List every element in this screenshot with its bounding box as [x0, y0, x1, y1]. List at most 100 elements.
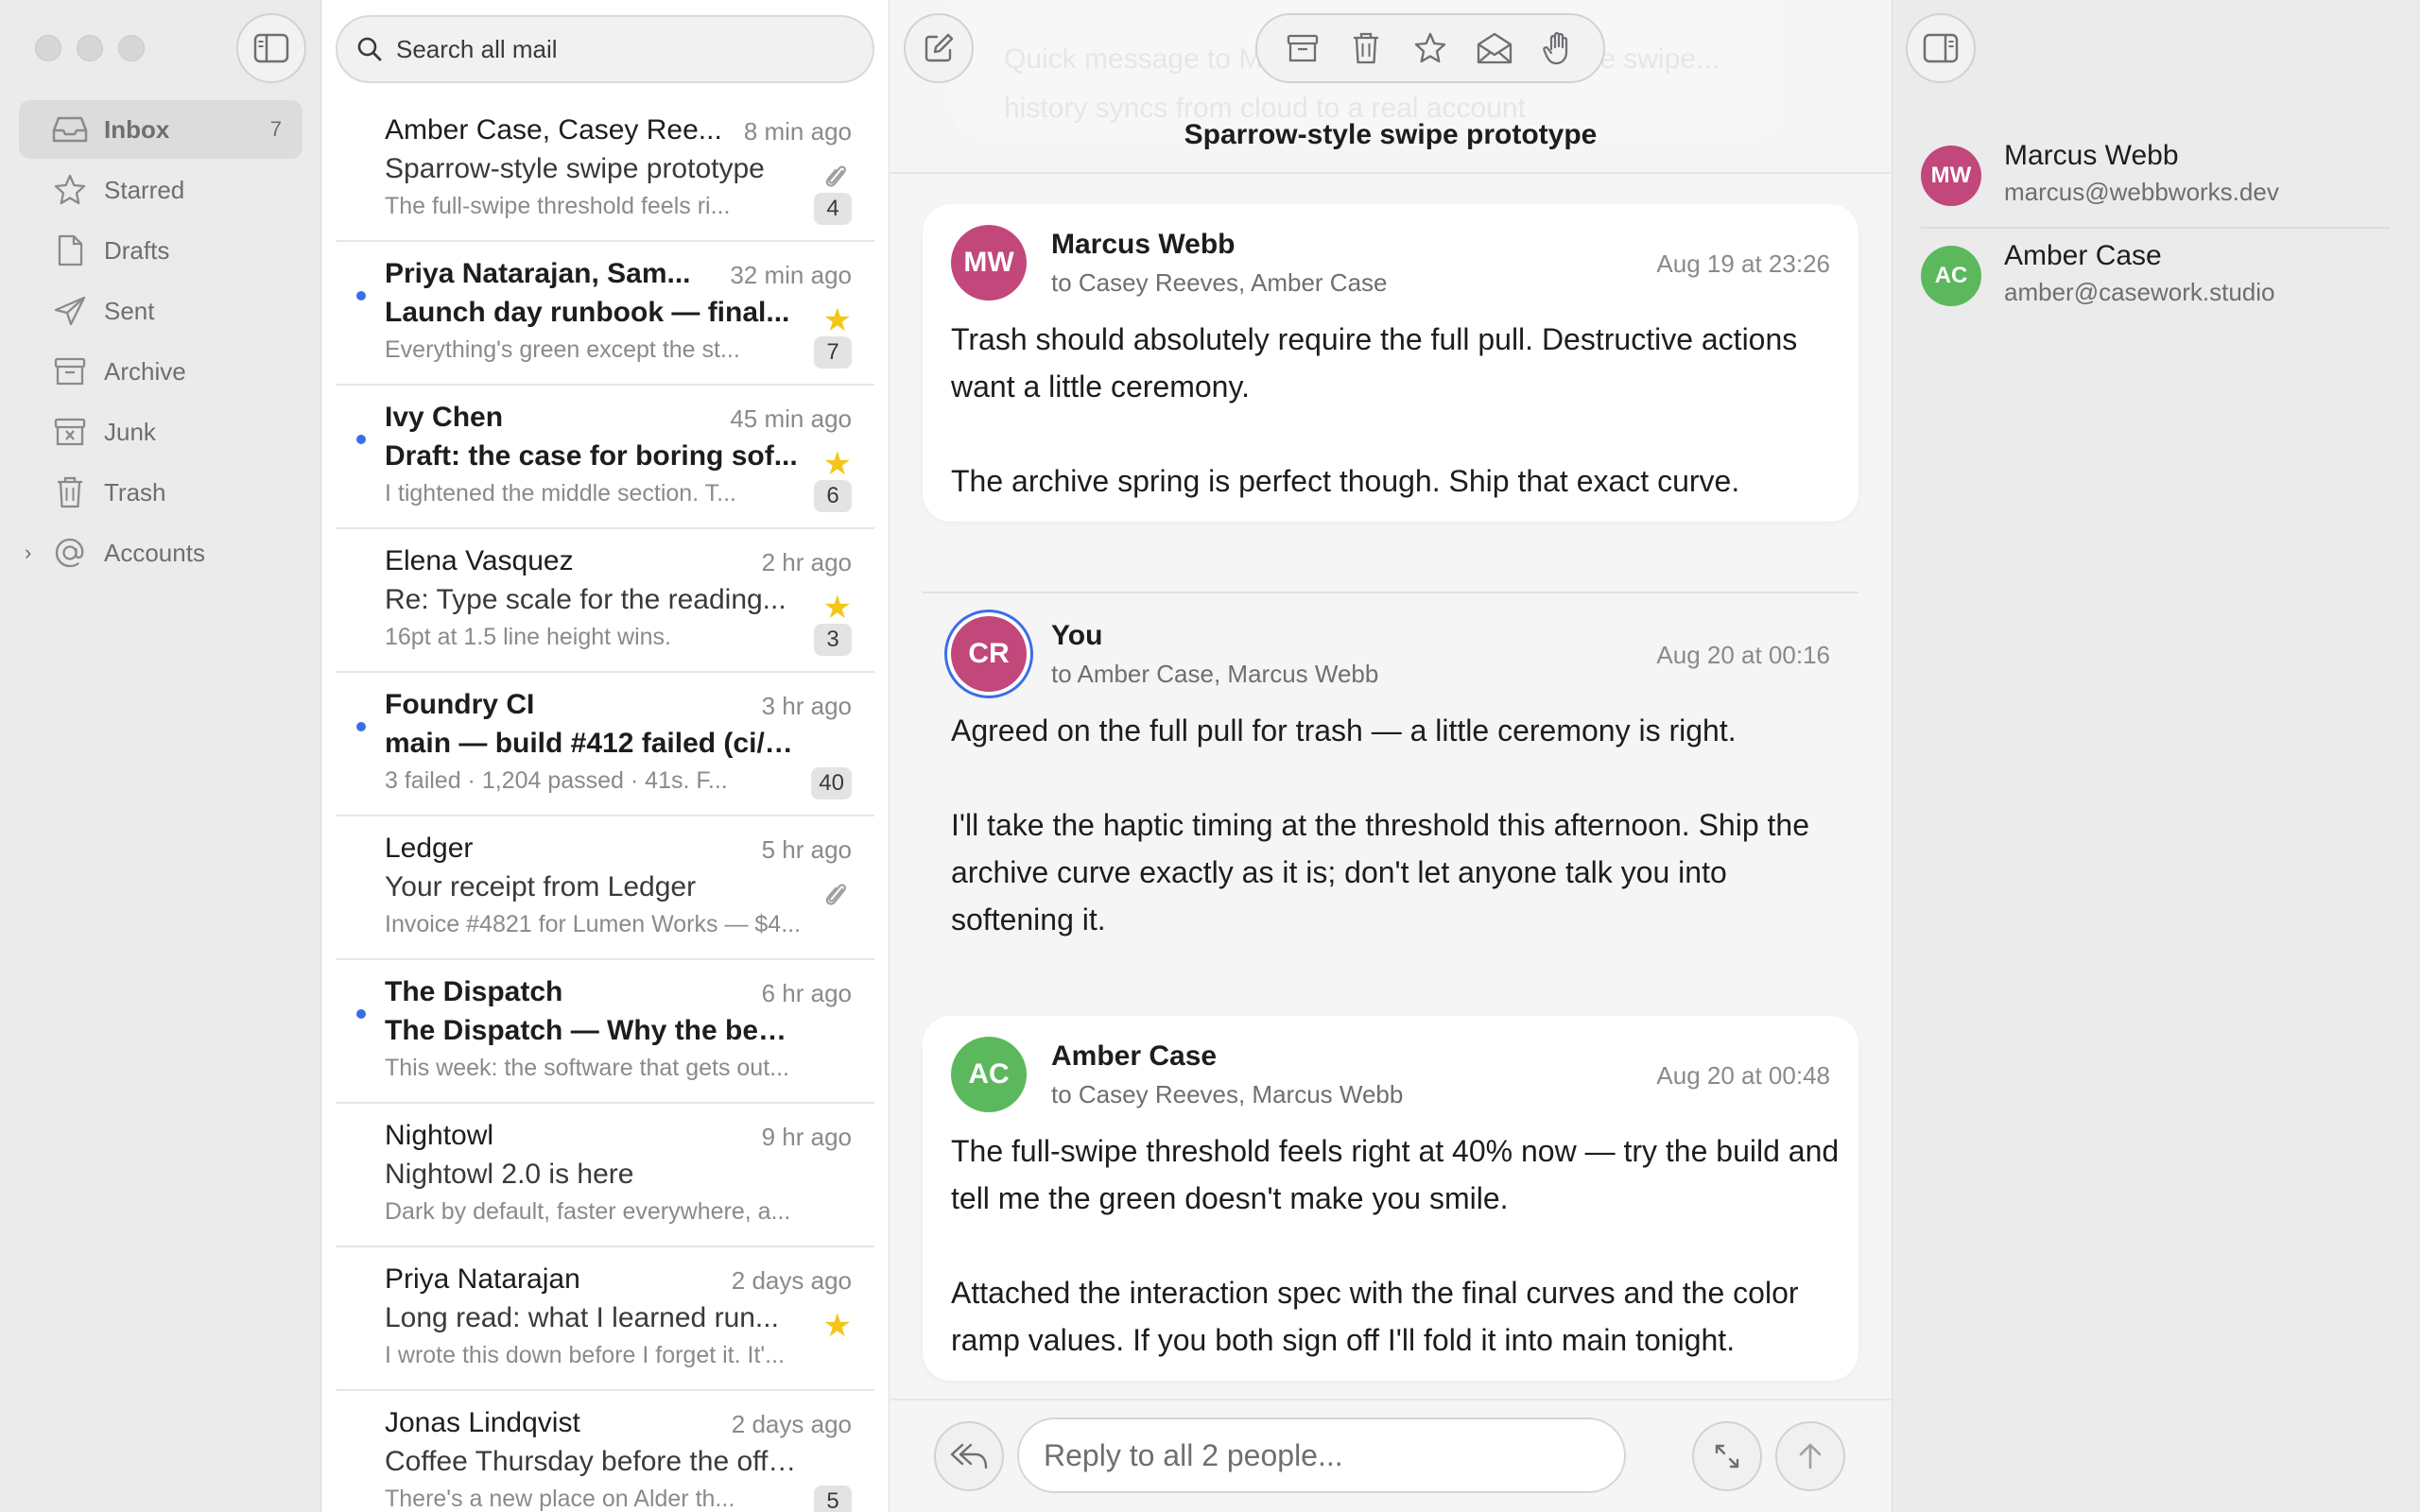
message-sender: Elena Vasquez: [385, 545, 574, 576]
message-recipients: to Casey Reeves, Marcus Webb: [1051, 1080, 1404, 1108]
message-row[interactable]: Nightowl 9 hr ago Nightowl 2.0 is here D…: [336, 1104, 874, 1247]
archive-button[interactable]: [1280, 26, 1325, 71]
thread-title: Sparrow-style swipe prototype: [1184, 119, 1598, 150]
message-divider: [923, 592, 1858, 593]
toggle-inspector-button[interactable]: [1906, 13, 1976, 83]
message-subject: main — build #412 failed (ci/test): [385, 728, 801, 759]
star-filled-icon[interactable]: ★: [823, 304, 852, 336]
message-preview: I tightened the middle section. T...: [385, 480, 736, 507]
message-time: 8 min ago: [743, 117, 852, 146]
sidebar-item-junk[interactable]: Junk: [19, 403, 302, 461]
message-row[interactable]: Ivy Chen 45 min ago Draft: the case for …: [336, 386, 874, 529]
message-sender-name[interactable]: Marcus Webb: [1051, 229, 1236, 261]
message-sender-name[interactable]: Amber Case: [1051, 1040, 1217, 1073]
header-divider: [890, 172, 1891, 174]
thread-count-badge: 40: [811, 767, 852, 799]
message-paragraph: Trash should absolutely require the full…: [951, 322, 1798, 404]
reply-field[interactable]: [1017, 1418, 1626, 1493]
search-input[interactable]: [396, 34, 850, 64]
archive-box-icon: [51, 352, 89, 390]
sidebar-item-drafts[interactable]: Drafts: [19, 221, 302, 280]
message-paragraph: Agreed on the full pull for trash — a li…: [951, 713, 1737, 747]
paperclip-icon: [821, 877, 850, 911]
message-row[interactable]: Jonas Lindqvist 2 days ago Coffee Thursd…: [336, 1391, 874, 1512]
expand-reply-button[interactable]: [1692, 1421, 1762, 1491]
participant-email[interactable]: amber@casework.studio: [2004, 278, 2275, 307]
send-button[interactable]: [1775, 1421, 1845, 1491]
reply-all-button[interactable]: [934, 1421, 1004, 1491]
participant-item[interactable]: AC Amber Case amber@casework.studio: [1921, 234, 2390, 335]
reply-all-icon: [950, 1443, 988, 1469]
message-row[interactable]: Foundry CI 3 hr ago main — build #412 fa…: [336, 673, 874, 816]
message-row[interactable]: Priya Natarajan 2 days ago Long read: wh…: [336, 1247, 874, 1391]
close-window-button[interactable]: [35, 35, 61, 61]
avatar[interactable]: MW: [951, 225, 1027, 301]
thread-count-badge: 6: [814, 480, 852, 512]
star-filled-icon[interactable]: ★: [823, 1310, 852, 1342]
participant-name: Amber Case: [2004, 240, 2162, 271]
sidebar-item-inbox[interactable]: Inbox 7: [19, 100, 302, 159]
archive-box-icon: [1287, 34, 1318, 62]
message-row[interactable]: The Dispatch 6 hr ago The Dispatch — Why…: [336, 960, 874, 1104]
message-time: 6 hr ago: [761, 979, 852, 1007]
trash-button[interactable]: [1343, 26, 1389, 71]
thread-count-badge: 5: [814, 1486, 852, 1512]
participant-email[interactable]: marcus@webbworks.dev: [2004, 178, 2279, 207]
message-preview: I wrote this down before I forget it. It…: [385, 1342, 786, 1368]
thread-count-badge: 4: [814, 193, 852, 225]
message-subject: The Dispatch — Why the best t...: [385, 1015, 801, 1046]
sidebar-item-label: Trash: [104, 477, 166, 507]
message-sender: Nightowl: [385, 1120, 494, 1151]
zoom-window-button[interactable]: [118, 35, 145, 61]
toggle-sidebar-button[interactable]: [236, 13, 306, 83]
search-bar[interactable]: [336, 15, 874, 83]
message-preview: 16pt at 1.5 line height wins.: [385, 624, 671, 650]
message-row[interactable]: Elena Vasquez 2 hr ago Re: Type scale fo…: [336, 529, 874, 673]
compose-button[interactable]: [904, 13, 974, 83]
sidebar-left-icon: [253, 33, 289, 63]
participant-item[interactable]: MW Marcus Webb marcus@webbworks.dev: [1921, 134, 2390, 234]
block-sender-button[interactable]: [1535, 26, 1581, 71]
paper-plane-icon: [51, 292, 89, 330]
reply-input[interactable]: [1044, 1437, 1601, 1473]
avatar[interactable]: CR: [951, 616, 1027, 692]
sidebar-item-archive[interactable]: Archive: [19, 342, 302, 401]
trash-icon: [1354, 32, 1379, 64]
message-row[interactable]: Ledger 5 hr ago Your receipt from Ledger…: [336, 816, 874, 960]
star-filled-icon[interactable]: ★: [823, 592, 852, 624]
avatar[interactable]: AC: [951, 1037, 1027, 1112]
avatar: AC: [1921, 246, 1981, 306]
message-row[interactable]: Amber Case, Casey Ree... 8 min ago Sparr…: [336, 98, 874, 242]
message-date: Aug 19 at 23:26: [1656, 249, 1830, 278]
trash-icon: [51, 473, 89, 511]
compose-icon: [925, 33, 954, 62]
message-preview: Dark by default, faster everywhere, a...: [385, 1198, 791, 1225]
sidebar-item-accounts[interactable]: › Accounts: [19, 524, 302, 582]
message-preview: This week: the software that gets out...: [385, 1055, 789, 1081]
star-icon: [1414, 32, 1446, 63]
minimize-window-button[interactable]: [77, 35, 103, 61]
mark-unread-button[interactable]: [1472, 26, 1517, 71]
star-filled-icon[interactable]: ★: [823, 448, 852, 480]
participants-panel: MW Marcus Webb marcus@webbworks.dev AC A…: [1892, 0, 2420, 1512]
message-toolbar: [1255, 13, 1605, 83]
unread-dot: [356, 435, 366, 444]
message-sender-name[interactable]: You: [1051, 620, 1102, 652]
message-preview: 3 failed · 1,204 passed · 41s. F...: [385, 767, 728, 794]
sidebar-item-starred[interactable]: Starred: [19, 161, 302, 219]
star-button[interactable]: [1408, 26, 1453, 71]
message-preview: There's a new place on Alder th...: [385, 1486, 735, 1512]
message-time: 45 min ago: [730, 404, 852, 433]
sidebar-item-label: Drafts: [104, 235, 170, 265]
message-subject: Your receipt from Ledger: [385, 871, 697, 902]
sidebar-item-sent[interactable]: Sent: [19, 282, 302, 340]
search-icon: [354, 34, 385, 64]
message-sender: Foundry CI: [385, 689, 535, 720]
reading-pane: Quick message to Marcus on your Sparrow-…: [890, 0, 1891, 1512]
message-recipients: to Amber Case, Marcus Webb: [1051, 660, 1379, 688]
message-row[interactable]: Priya Natarajan, Sam... 32 min ago Launc…: [336, 242, 874, 386]
message-subject: Draft: the case for boring sof...: [385, 440, 798, 472]
chevron-right-icon[interactable]: ›: [25, 541, 31, 565]
avatar: MW: [1921, 146, 1981, 206]
sidebar-item-trash[interactable]: Trash: [19, 463, 302, 522]
